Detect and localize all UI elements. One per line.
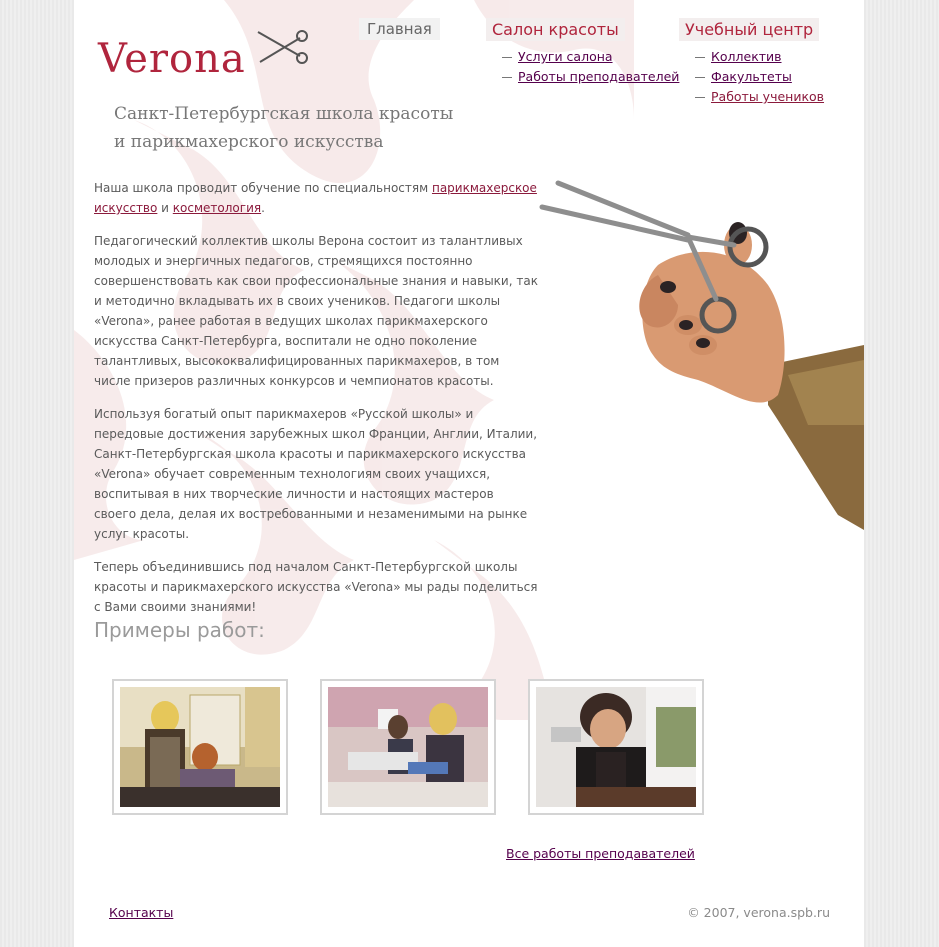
- link-salon-services[interactable]: Услуги салона: [518, 49, 613, 64]
- dash-icon: [695, 57, 705, 58]
- nav-home[interactable]: Главная: [359, 18, 440, 40]
- scissors-logo-icon: [257, 30, 308, 64]
- school-subnav: Коллектив Факультеты Работы учеников: [695, 49, 824, 109]
- paragraph-invite: Теперь объединившись под началом Санкт-П…: [94, 560, 538, 614]
- page: Verona Главная Салон красоты Услуги сало…: [74, 0, 864, 947]
- subnav-item: Работы учеников: [695, 89, 824, 109]
- logo[interactable]: Verona: [98, 30, 308, 90]
- link-student-works[interactable]: Работы учеников: [711, 89, 824, 104]
- intro-end: .: [261, 201, 265, 215]
- dash-icon: [695, 97, 705, 98]
- intro-paragraph: Наша школа проводит обучение по специаль…: [94, 178, 538, 218]
- link-faculties[interactable]: Факультеты: [711, 69, 792, 84]
- main-content: Наша школа проводит обучение по специаль…: [94, 178, 538, 630]
- logo-text: Verona: [98, 36, 246, 82]
- dash-icon: [502, 57, 512, 58]
- tagline-line-1: Санкт-Петербургская школа красоты: [114, 104, 454, 124]
- dash-icon: [695, 77, 705, 78]
- examples-title: Примеры работ:: [94, 618, 265, 642]
- nav-salon[interactable]: Салон красоты: [486, 18, 625, 41]
- hand-with-scissors-image: [539, 180, 864, 530]
- subnav-item: Коллектив: [695, 49, 824, 69]
- photo-cosmetology-image: [328, 687, 488, 807]
- paragraph-experience: Используя богатый опыт парикмахеров «Рус…: [94, 407, 538, 541]
- link-cosmetology[interactable]: косметология: [173, 201, 261, 215]
- tagline-line-2: и парикмахерского искусства: [114, 132, 384, 152]
- link-team[interactable]: Коллектив: [711, 49, 782, 64]
- subnav-item: Работы преподавателей: [502, 69, 679, 89]
- subnav-item: Факультеты: [695, 69, 824, 89]
- subnav-item: Услуги салона: [502, 49, 679, 69]
- example-photo-1[interactable]: [112, 679, 288, 815]
- photo-master-image: [536, 687, 696, 807]
- nav-school[interactable]: Учебный центр: [679, 18, 820, 41]
- example-photo-2[interactable]: [320, 679, 496, 815]
- copyright: © 2007, verona.spb.ru: [687, 905, 830, 920]
- link-contacts[interactable]: Контакты: [109, 905, 173, 920]
- dash-icon: [502, 77, 512, 78]
- link-all-teacher-works[interactable]: Все работы преподавателей: [506, 846, 695, 861]
- link-teacher-works[interactable]: Работы преподавателей: [518, 69, 679, 84]
- photo-hairdresser-image: [120, 687, 280, 807]
- intro-text: Наша школа проводит обучение по специаль…: [94, 181, 432, 195]
- salon-subnav: Услуги салона Работы преподавателей: [502, 49, 679, 89]
- paragraph-team: Педагогический коллектив школы Верона со…: [94, 234, 538, 388]
- tagline: Санкт-Петербургская школа красоты и пари…: [114, 100, 494, 156]
- example-photo-3[interactable]: [528, 679, 704, 815]
- intro-and: и: [157, 201, 173, 215]
